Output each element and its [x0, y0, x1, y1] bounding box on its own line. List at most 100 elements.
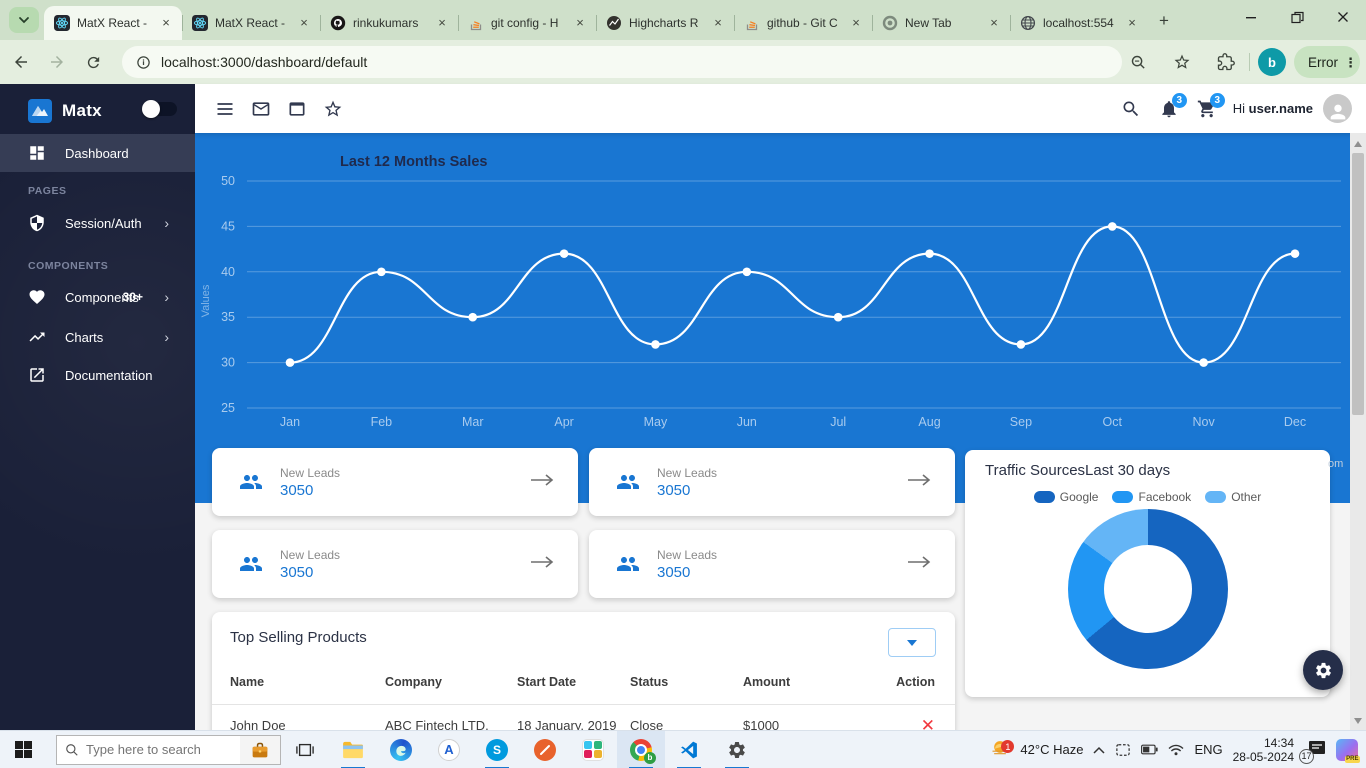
taskbar-settings[interactable]: [713, 731, 761, 768]
stackoverflow-favicon-icon: [744, 15, 760, 31]
extensions-icon[interactable]: [1211, 47, 1241, 77]
browser-tab-highcharts[interactable]: Highcharts R ×: [596, 6, 734, 40]
taskbar-slack[interactable]: [569, 731, 617, 768]
cart-badge: 3: [1210, 93, 1225, 108]
chart-watermark: om: [1328, 458, 1343, 470]
language-indicator[interactable]: ENG: [1194, 742, 1222, 757]
sidebar-item-session-auth[interactable]: Session/Auth ›: [0, 204, 195, 242]
launch-icon: [28, 366, 46, 384]
notification-center-icon[interactable]: 17: [1304, 740, 1326, 760]
edge-icon: [390, 739, 412, 761]
browser-tab-github-search[interactable]: github - Git C ×: [734, 6, 872, 40]
web-asset-icon[interactable]: [279, 91, 315, 127]
browser-tab-matx-2[interactable]: MatX React - ×: [182, 6, 320, 40]
start-button[interactable]: [0, 731, 46, 768]
reload-button[interactable]: [78, 47, 108, 77]
back-button[interactable]: [6, 47, 36, 77]
kebab-menu-icon[interactable]: ⋮: [1344, 60, 1350, 65]
weather-text[interactable]: 42°C Haze: [1020, 742, 1083, 757]
browser-profile-avatar[interactable]: b: [1258, 48, 1286, 76]
browser-tab-github-profile[interactable]: rinkukumars ×: [320, 6, 458, 40]
window-close-button[interactable]: [1320, 0, 1366, 34]
notifications-bell-icon[interactable]: 3: [1151, 91, 1187, 127]
sidebar-item-charts[interactable]: Charts ›: [0, 318, 195, 356]
tab-close-icon[interactable]: ×: [848, 15, 864, 31]
tab-close-icon[interactable]: ×: [710, 15, 726, 31]
user-avatar[interactable]: [1323, 94, 1352, 123]
search-icon[interactable]: [1113, 91, 1149, 127]
react-favicon-icon: [192, 15, 208, 31]
bookmark-star-icon[interactable]: [1167, 47, 1197, 77]
taskbar-app-orange[interactable]: [521, 731, 569, 768]
tray-expand-chevron-icon[interactable]: [1093, 746, 1105, 754]
window-maximize-button[interactable]: [1274, 0, 1320, 34]
browser-tab-matx-1[interactable]: MatX React - ×: [44, 6, 182, 40]
browser-tab-git-config[interactable]: git config - H ×: [458, 6, 596, 40]
sidebar-item-documentation[interactable]: Documentation: [0, 356, 195, 394]
url-text[interactable]: localhost:3000/dashboard/default: [161, 54, 367, 70]
tab-close-icon[interactable]: ×: [158, 15, 174, 31]
battery-icon[interactable]: [1141, 744, 1158, 755]
tab-close-icon[interactable]: ×: [986, 15, 1002, 31]
star-icon[interactable]: [315, 91, 351, 127]
tab-search-button[interactable]: [9, 7, 39, 33]
table-filter-dropdown[interactable]: [888, 628, 936, 657]
col-header-action: Action: [890, 675, 935, 689]
arrow-right-icon[interactable]: [907, 473, 931, 492]
tab-close-icon[interactable]: ×: [296, 15, 312, 31]
taskbar-edge[interactable]: [377, 731, 425, 768]
chrome-profile-badge: b: [644, 752, 656, 764]
lead-card-1: New Leads3050: [212, 448, 578, 516]
taskbar-app-a[interactable]: A: [425, 731, 473, 768]
page-scrollbar[interactable]: [1350, 133, 1366, 730]
arrow-right-icon[interactable]: [530, 473, 554, 492]
mail-icon[interactable]: [243, 91, 279, 127]
error-menu-button[interactable]: Error ⋮: [1294, 46, 1360, 78]
arrow-right-icon[interactable]: [907, 555, 931, 574]
lead-card-4: New Leads3050: [589, 530, 955, 598]
weather-icon[interactable]: 1: [990, 737, 1010, 762]
arrow-right-icon[interactable]: [530, 555, 554, 574]
legend-item-facebook[interactable]: Facebook: [1112, 490, 1191, 504]
copilot-preview-icon[interactable]: PRE: [1336, 739, 1358, 761]
svg-text:May: May: [644, 415, 668, 429]
browser-tab-new-tab[interactable]: New Tab ×: [872, 6, 1010, 40]
taskbar-chrome[interactable]: b: [617, 731, 665, 768]
col-header-amount: Amount: [743, 675, 890, 689]
tab-close-icon[interactable]: ×: [572, 15, 588, 31]
taskbar-clock[interactable]: 14:3428-05-2024: [1233, 736, 1294, 764]
sidebar-item-dashboard[interactable]: Dashboard: [0, 134, 195, 172]
sidebar-mode-toggle[interactable]: [145, 102, 177, 116]
scrollbar-thumb[interactable]: [1352, 153, 1364, 415]
taskbar-search-input[interactable]: [86, 742, 216, 757]
orange-app-icon: [534, 739, 556, 761]
taskbar-file-explorer[interactable]: [329, 731, 377, 768]
taskbar-vscode[interactable]: [665, 731, 713, 768]
dashboard-icon: [28, 144, 46, 162]
tab-close-icon[interactable]: ×: [434, 15, 450, 31]
search-highlights-briefcase-icon[interactable]: [240, 736, 280, 764]
scrollbar-down-arrow-icon[interactable]: [1354, 718, 1362, 724]
scrollbar-up-arrow-icon[interactable]: [1354, 141, 1362, 147]
tab-title: rinkukumars: [353, 16, 434, 30]
screen-snip-icon[interactable]: [1115, 743, 1131, 757]
tab-close-icon[interactable]: ×: [1124, 15, 1140, 31]
new-tab-button[interactable]: +: [1152, 9, 1176, 33]
legend-item-google[interactable]: Google: [1034, 490, 1099, 504]
cart-icon[interactable]: 3: [1189, 91, 1225, 127]
wifi-icon[interactable]: [1168, 744, 1184, 756]
chrome-icon: b: [630, 739, 652, 761]
legend-item-other[interactable]: Other: [1205, 490, 1261, 504]
forward-button[interactable]: [42, 47, 72, 77]
address-bar[interactable]: localhost:3000/dashboard/default: [122, 46, 1122, 78]
menu-toggle-button[interactable]: [207, 91, 243, 127]
task-view-button[interactable]: [281, 731, 329, 768]
site-info-icon[interactable]: [136, 55, 151, 70]
settings-fab-button[interactable]: [1303, 650, 1343, 690]
taskbar-search-box[interactable]: [56, 735, 281, 765]
sidebar-item-components[interactable]: Components 30+ ›: [0, 278, 195, 316]
taskbar-skype[interactable]: S: [473, 731, 521, 768]
browser-tab-localhost[interactable]: localhost:554 ×: [1010, 6, 1148, 40]
window-minimize-button[interactable]: [1228, 0, 1274, 34]
zoom-icon[interactable]: [1123, 47, 1153, 77]
